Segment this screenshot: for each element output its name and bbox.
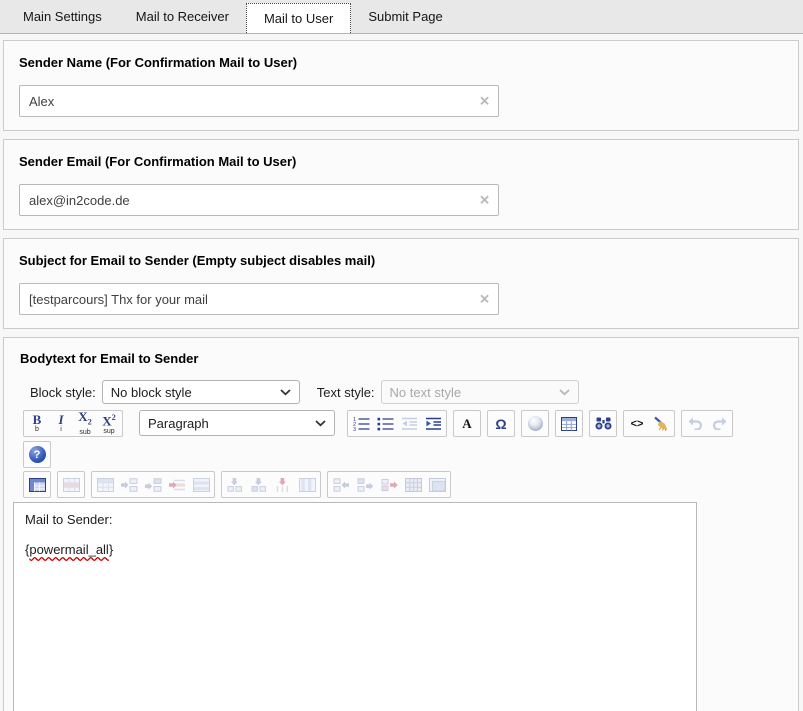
- sender-email-input[interactable]: [19, 184, 499, 216]
- clear-icon[interactable]: ✕: [479, 95, 490, 108]
- insert-column-before-icon: [223, 472, 247, 497]
- bodytext-rte-panel: Bodytext for Email to Sender Block style…: [3, 337, 799, 711]
- editor-line-1: Mail to Sender:: [25, 512, 685, 527]
- insert-image-icon: [523, 411, 547, 436]
- sender-email-label: Sender Email (For Confirmation Mail to U…: [19, 154, 783, 169]
- delete-column-icon: [271, 472, 295, 497]
- help-group: ?: [23, 441, 51, 468]
- row-operations-group: [91, 471, 215, 498]
- subject-panel: Subject for Email to Sender (Empty subje…: [3, 238, 799, 329]
- row-split-icon: [93, 472, 117, 497]
- table-properties-icon[interactable]: [25, 472, 49, 497]
- indent-icon[interactable]: [421, 411, 445, 436]
- acronym-group: A: [453, 410, 481, 437]
- chevron-down-icon: [315, 420, 326, 427]
- image-group: [521, 410, 549, 437]
- row-band-icon: [189, 472, 213, 497]
- text-format-group: B b I i X2 sub X2 sup: [23, 410, 123, 437]
- subject-label: Subject for Email to Sender (Empty subje…: [19, 253, 783, 268]
- text-style-select: No text style: [381, 380, 579, 404]
- delete-row-icon: [165, 472, 189, 497]
- split-cell-icon: [425, 472, 449, 497]
- svg-text:3: 3: [353, 427, 356, 431]
- sender-name-label: Sender Name (For Confirmation Mail to Us…: [19, 55, 783, 70]
- text-style-label: Text style:: [317, 385, 375, 400]
- column-band-icon: [295, 472, 319, 497]
- outdent-icon: [397, 411, 421, 436]
- undo-icon: [683, 411, 707, 436]
- sender-name-panel: Sender Name (For Confirmation Mail to Us…: [3, 40, 799, 131]
- tab-bar: Main Settings Mail to Receiver Mail to U…: [0, 0, 803, 34]
- ordered-list-icon[interactable]: 1 2 3: [349, 411, 373, 436]
- find-replace-icon[interactable]: [591, 411, 615, 436]
- bodytext-label: Bodytext for Email to Sender: [20, 351, 790, 366]
- bullet-list-icon[interactable]: [373, 411, 397, 436]
- chevron-down-icon: [280, 389, 291, 396]
- insert-cell-after-icon: [353, 472, 377, 497]
- sender-name-input-wrap: ✕: [19, 85, 499, 117]
- subject-input-wrap: ✕: [19, 283, 499, 315]
- special-char-group: Ω: [487, 410, 515, 437]
- tab-mail-to-user[interactable]: Mail to User: [246, 3, 351, 33]
- rte-toolbar-row-2: ?: [23, 441, 790, 468]
- rte-editor-body[interactable]: Mail to Sender: {powermail_all}: [13, 502, 697, 711]
- table-properties-group: [23, 471, 51, 498]
- chevron-down-icon: [559, 389, 570, 396]
- subscript-button[interactable]: X2 sub: [73, 411, 97, 436]
- tab-submit-page[interactable]: Submit Page: [351, 0, 459, 33]
- clear-icon[interactable]: ✕: [479, 194, 490, 207]
- cell-operations-group: [327, 471, 451, 498]
- clear-icon[interactable]: ✕: [479, 293, 490, 306]
- rte-toolbar-row-3: [23, 471, 790, 498]
- insert-column-after-icon: [247, 472, 271, 497]
- column-operations-group: [221, 471, 321, 498]
- insert-table-icon[interactable]: [557, 411, 581, 436]
- sender-email-panel: Sender Email (For Confirmation Mail to U…: [3, 139, 799, 230]
- sender-email-input-wrap: ✕: [19, 184, 499, 216]
- spellcheck-underlined-word: powermail_all: [29, 542, 108, 557]
- italic-button[interactable]: I i: [49, 411, 73, 436]
- table-group: [555, 410, 583, 437]
- tab-mail-to-receiver[interactable]: Mail to Receiver: [119, 0, 246, 33]
- subject-input[interactable]: [19, 283, 499, 315]
- insert-cell-before-icon: [329, 472, 353, 497]
- paragraph-format-select[interactable]: Paragraph: [139, 410, 335, 436]
- bold-button[interactable]: B b: [25, 411, 49, 436]
- view-source-icon[interactable]: <>: [625, 411, 649, 436]
- superscript-button[interactable]: X2 sup: [97, 411, 121, 436]
- list-indent-group: 1 2 3: [347, 410, 447, 437]
- find-replace-group: [589, 410, 617, 437]
- block-style-select[interactable]: No block style: [102, 380, 300, 404]
- source-clean-group: <>: [623, 410, 675, 437]
- undo-redo-group: [681, 410, 733, 437]
- redo-icon: [707, 411, 731, 436]
- help-icon[interactable]: ?: [25, 442, 49, 467]
- acronym-button[interactable]: A: [455, 411, 479, 436]
- tab-main-settings[interactable]: Main Settings: [6, 0, 119, 33]
- remove-format-broom-icon[interactable]: [649, 411, 673, 436]
- rte-style-row: Block style: No block style Text style: …: [30, 380, 790, 404]
- editor-line-2: {powermail_all}: [25, 542, 685, 557]
- row-properties-icon: [59, 472, 83, 497]
- insert-row-after-icon: [141, 472, 165, 497]
- block-style-label: Block style:: [30, 385, 96, 400]
- row-properties-group: [57, 471, 85, 498]
- insert-row-before-icon: [117, 472, 141, 497]
- delete-cell-icon: [377, 472, 401, 497]
- sender-name-input[interactable]: [19, 85, 499, 117]
- insert-special-character-icon[interactable]: Ω: [489, 411, 513, 436]
- rte-toolbar-row-1: B b I i X2 sub X2 sup Paragraph: [23, 410, 790, 437]
- merge-cells-icon: [401, 472, 425, 497]
